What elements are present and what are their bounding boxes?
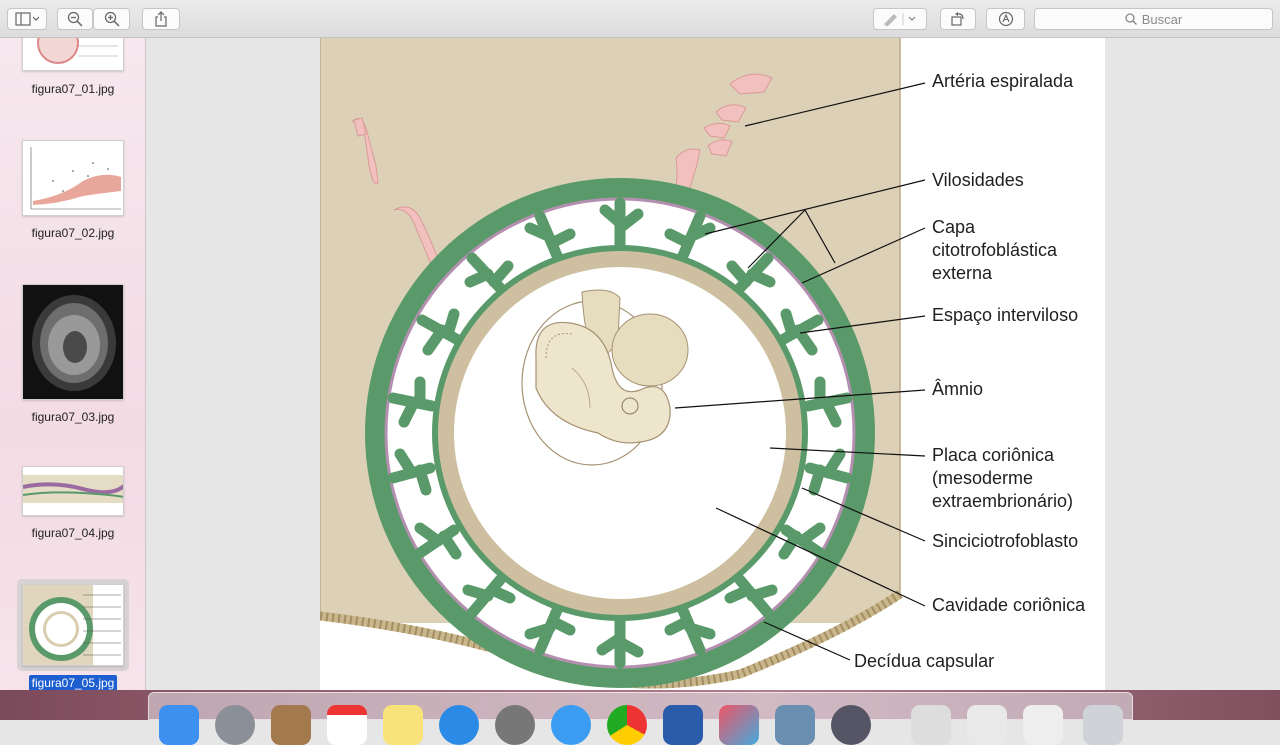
label-decidua-capsular: Decídua capsular: [854, 651, 995, 671]
thumbnail-label[interactable]: figura07_01.jpg: [0, 82, 145, 96]
label-amnio: Âmnio: [932, 379, 984, 399]
zoom-out-button[interactable]: [57, 8, 93, 30]
thumbnail-label[interactable]: figura07_02.jpg: [0, 226, 145, 240]
search-icon: [1125, 13, 1137, 25]
trash-icon[interactable]: [1083, 705, 1123, 745]
label-vilosidades: Vilosidades: [932, 170, 1024, 190]
thumbnail-image: [32, 295, 116, 391]
label-capa-citotrofoblastica: Capa citotrofoblástica externa: [932, 217, 1058, 283]
dock: [148, 692, 1133, 745]
label-sinciciotrofoblasto: Sinciciotrofoblasto: [932, 531, 1079, 551]
finder-icon[interactable]: [159, 705, 199, 745]
thumbnail-label-text: figura07_05.jpg: [28, 675, 118, 690]
pen-icon: [884, 13, 916, 26]
sidebar-icon: [15, 12, 39, 26]
image-page: Artéria espiralada Vilosidades Capa cito…: [319, 38, 1105, 690]
thumbnail-figura07-03[interactable]: [22, 284, 124, 400]
search-field[interactable]: Buscar: [1034, 8, 1273, 30]
thumbnail-figura07-04[interactable]: [22, 466, 124, 516]
quicktime-icon[interactable]: [831, 705, 871, 745]
thumbnail-image: [37, 38, 118, 64]
thumbnail-label[interactable]: figura07_04.jpg: [0, 526, 145, 540]
markup-button[interactable]: [873, 8, 927, 30]
share-icon: [155, 11, 167, 27]
label-placa-corionica: Placa coriônica (mesoderme extraembrioná…: [932, 445, 1074, 511]
contacts-icon[interactable]: [271, 705, 311, 745]
chrome-icon[interactable]: [607, 705, 647, 745]
thumbnail-image: [23, 475, 123, 503]
rotate-icon: [951, 12, 964, 26]
thumbnail-figura07-01[interactable]: [22, 38, 124, 71]
word-icon[interactable]: [663, 705, 703, 745]
share-button[interactable]: [142, 8, 180, 30]
minimized-window-2[interactable]: [967, 705, 1007, 745]
thumbnail-label[interactable]: figura07_03.jpg: [0, 410, 145, 424]
minimized-window-1[interactable]: [911, 705, 951, 745]
sidebar-toggle-button[interactable]: [7, 8, 47, 30]
label-espaco-interviloso: Espaço interviloso: [932, 305, 1079, 325]
zoom-in-button[interactable]: [93, 8, 130, 30]
thumbnail-sidebar: figura07_01.jpg figura07_02.jpg figura07…: [0, 38, 146, 690]
thumbnail-image: [30, 147, 121, 210]
zoom-in-icon: [104, 11, 120, 27]
rotate-button[interactable]: [940, 8, 976, 30]
zoom-out-icon: [67, 11, 83, 27]
thumbnail-figura07-02[interactable]: [22, 140, 124, 216]
search-placeholder: Buscar: [1141, 11, 1183, 27]
thumbnail-label-selected[interactable]: figura07_05.jpg: [0, 675, 145, 690]
minimized-window-3[interactable]: [1023, 705, 1063, 745]
calendar-icon[interactable]: [327, 705, 367, 745]
launchpad-icon[interactable]: [215, 705, 255, 745]
embryo-diagram: [319, 38, 926, 690]
document-canvas: Artéria espiralada Vilosidades Capa cito…: [146, 38, 1280, 690]
safari-icon[interactable]: [551, 705, 591, 745]
thumbnail-figura07-05[interactable]: [22, 584, 124, 666]
system-preferences-icon[interactable]: [495, 705, 535, 745]
notes-icon[interactable]: [383, 705, 423, 745]
label-cavidade-corionica: Cavidade coriônica: [932, 595, 1086, 615]
app-store-icon[interactable]: [439, 705, 479, 745]
annotate-icon: [998, 11, 1013, 27]
keynote-icon[interactable]: [719, 705, 759, 745]
label-arteria-espiralada: Artéria espiralada: [932, 71, 1074, 91]
preview-icon[interactable]: [775, 705, 815, 745]
toolbar: Buscar: [0, 0, 1280, 38]
thumbnail-image: [23, 585, 121, 665]
annotate-button[interactable]: [986, 8, 1025, 30]
